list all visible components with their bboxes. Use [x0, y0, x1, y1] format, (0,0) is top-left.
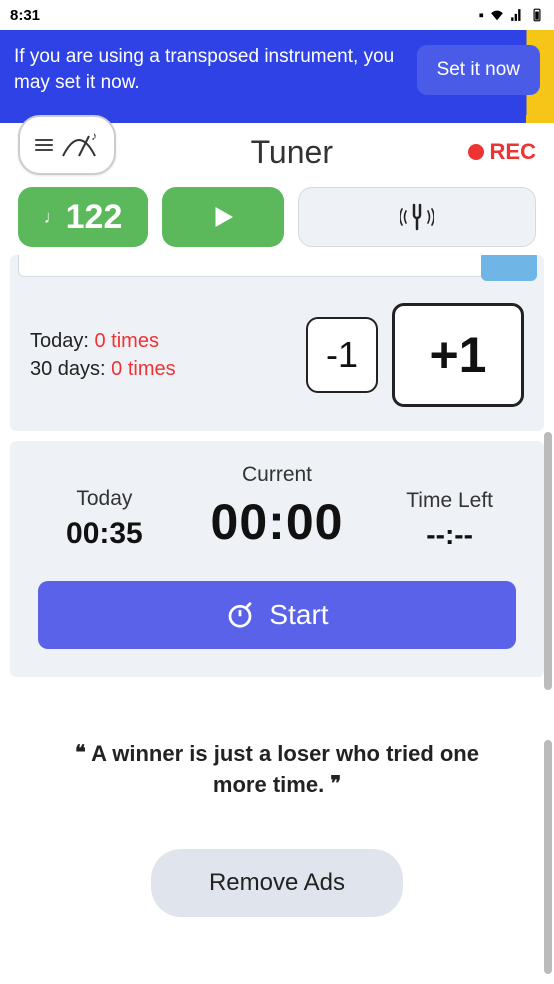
timer-current-value: 00:00 [171, 493, 383, 551]
timer-card: Today 00:35 Current 00:00 Time Left --:-… [10, 441, 544, 677]
svg-text:♪: ♪ [91, 130, 97, 143]
practice-counter-card: Today: 0 times 30 days: 0 times -1 +1 [10, 255, 544, 431]
quote-body: A winner is just a loser who tried one m… [91, 741, 479, 797]
start-label: Start [269, 599, 328, 631]
minus-one-button[interactable]: -1 [306, 317, 378, 393]
start-button[interactable]: Start [38, 581, 516, 649]
today-label: Today: [30, 330, 89, 352]
signal-icon [510, 8, 524, 22]
partial-row [18, 255, 536, 277]
plus-one-button[interactable]: +1 [392, 303, 524, 407]
today-value: 0 times [95, 330, 159, 352]
timer-start-icon [225, 600, 255, 630]
scrollbar[interactable] [544, 432, 552, 690]
menu-button[interactable]: ♪ [18, 115, 116, 175]
tuning-fork-button[interactable] [298, 187, 536, 247]
scrollbar[interactable] [544, 740, 552, 974]
controls-row: ♩ 122 [0, 175, 554, 247]
timer-left-value: --:-- [383, 519, 516, 551]
timer-today-col: Today 00:35 [38, 487, 171, 551]
rec-label: REC [490, 139, 536, 165]
main-area[interactable]: Today: 0 times 30 days: 0 times -1 +1 To… [0, 247, 554, 917]
status-time: 8:31 [10, 7, 479, 24]
range-label: 30 days: [30, 358, 106, 380]
quote-close-icon: ❞ [330, 773, 341, 795]
note-icon: ♩ [44, 207, 62, 228]
timer-current-col: Current 00:00 [171, 463, 383, 551]
header: ♪ Tuner REC [0, 105, 554, 175]
remove-ads-button[interactable]: Remove Ads [151, 849, 403, 917]
timer-left-col: Time Left --:-- [383, 489, 516, 551]
rec-indicator[interactable]: REC [468, 125, 536, 165]
quote-text: ❝ A winner is just a loser who tried one… [10, 677, 544, 831]
banner-text: If you are using a transposed instrument… [14, 44, 405, 95]
bpm-button[interactable]: ♩ 122 [18, 187, 148, 247]
battery-icon [530, 8, 544, 22]
tuning-fork-icon [400, 203, 434, 231]
status-bar: 8:31 ▪ [0, 0, 554, 30]
practice-stats: Today: 0 times 30 days: 0 times [30, 327, 292, 383]
quote-open-icon: ❝ [75, 742, 86, 764]
range-value: 0 times [111, 358, 175, 380]
play-button[interactable] [162, 187, 284, 247]
metronome-icon: ♪ [59, 130, 99, 160]
notification-icon: ▪ [479, 7, 484, 24]
play-icon [208, 202, 238, 232]
rec-dot-icon [468, 144, 484, 160]
hamburger-icon [35, 139, 53, 151]
page-title: Tuner [116, 120, 468, 171]
bpm-value: 122 [66, 198, 123, 237]
status-icons: ▪ [479, 7, 544, 24]
timer-current-label: Current [171, 463, 383, 487]
timer-today-label: Today [38, 487, 171, 511]
set-it-now-button[interactable]: Set it now [417, 45, 540, 95]
blue-tag[interactable] [481, 255, 537, 281]
timer-today-value: 00:35 [38, 517, 171, 551]
wifi-icon [490, 8, 504, 22]
timer-left-label: Time Left [383, 489, 516, 513]
